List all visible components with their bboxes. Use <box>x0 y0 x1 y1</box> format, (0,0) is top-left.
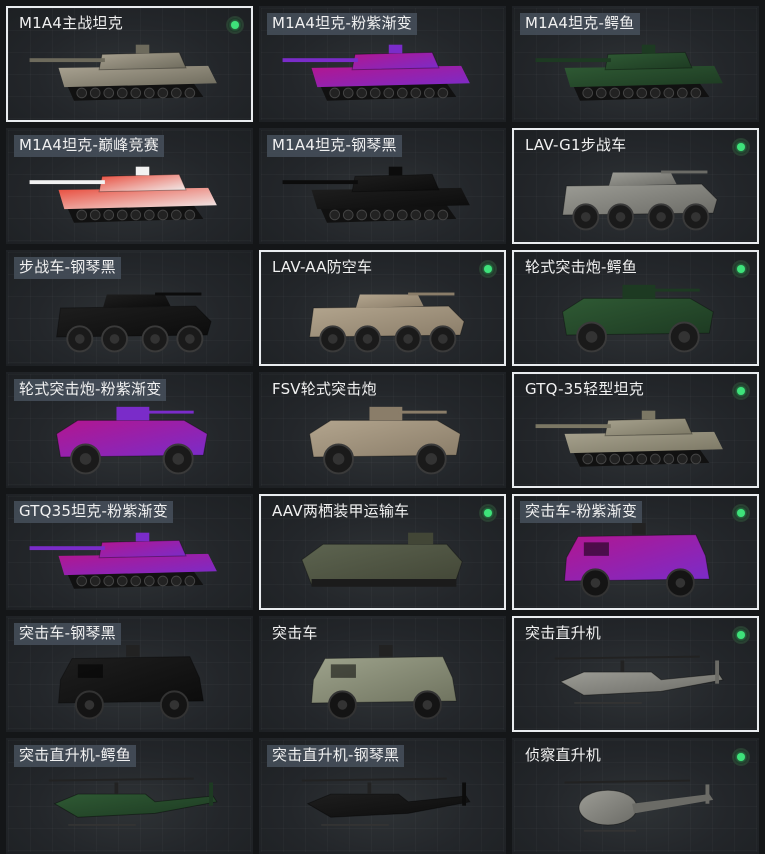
vehicle-name: 突击直升机-钢琴黑 <box>267 745 405 767</box>
heli-vehicle <box>301 777 471 826</box>
aav-vehicle <box>301 532 463 587</box>
truck-vehicle <box>58 645 204 720</box>
wheeled-vehicle <box>562 284 714 353</box>
vehicle-card[interactable]: 突击直升机-钢琴黑 <box>259 738 506 854</box>
vehicle-name: GTQ35坦克-粉紫渐变 <box>14 501 173 523</box>
truck-vehicle <box>564 523 710 598</box>
vehicle-card[interactable]: 轮式突击炮-粉紫渐变 <box>6 372 253 488</box>
tank-vehicle <box>535 44 723 101</box>
tank-vehicle <box>282 166 470 223</box>
tank-vehicle <box>29 532 217 589</box>
vehicle-name: AAV两栖装甲运输车 <box>272 502 410 520</box>
vehicle-card[interactable]: M1A4坦克-巅峰竞赛 <box>6 128 253 244</box>
heli-vehicle <box>554 655 724 704</box>
ifv-vehicle <box>309 292 465 353</box>
vehicle-card[interactable]: AAV两栖装甲运输车 <box>259 494 506 610</box>
vehicle-card[interactable]: 突击车-钢琴黑 <box>6 616 253 732</box>
vehicle-name: 轮式突击炮-粉紫渐变 <box>14 379 167 401</box>
ifv-vehicle <box>562 170 718 231</box>
vehicle-card[interactable]: 突击直升机-鳄鱼 <box>6 738 253 854</box>
vehicle-card[interactable]: FSV轮式突击炮 <box>259 372 506 488</box>
owned-indicator-icon <box>732 748 750 766</box>
owned-indicator-icon <box>732 382 750 400</box>
wheeled-vehicle <box>309 406 461 475</box>
vehicle-card[interactable]: M1A4坦克-粉紫渐变 <box>259 6 506 122</box>
owned-indicator-icon <box>479 260 497 278</box>
vehicle-name: FSV轮式突击炮 <box>272 380 377 398</box>
vehicle-name: LAV-AA防空车 <box>272 258 373 276</box>
owned-indicator-icon <box>732 260 750 278</box>
vehicle-name: 轮式突击炮-鳄鱼 <box>525 258 638 276</box>
vehicle-name: M1A4主战坦克 <box>19 14 123 32</box>
vehicle-name: M1A4坦克-巅峰竞赛 <box>14 135 164 157</box>
vehicle-card[interactable]: LAV-G1步战车 <box>512 128 759 244</box>
vehicle-card[interactable]: M1A4坦克-鳄鱼 <box>512 6 759 122</box>
vehicle-name: 突击车 <box>272 624 318 642</box>
tank-vehicle <box>535 410 723 467</box>
vehicle-card[interactable]: 步战车-钢琴黑 <box>6 250 253 366</box>
vehicle-card[interactable]: 侦察直升机 <box>512 738 759 854</box>
vehicle-name: 侦察直升机 <box>525 746 602 764</box>
owned-indicator-icon <box>226 16 244 34</box>
vehicle-name: M1A4坦克-鳄鱼 <box>520 13 640 35</box>
tank-vehicle <box>29 166 217 223</box>
vehicle-name: 突击车-钢琴黑 <box>14 623 121 645</box>
vehicle-card[interactable]: 轮式突击炮-鳄鱼 <box>512 250 759 366</box>
vehicle-card[interactable]: 突击车 <box>259 616 506 732</box>
vehicle-card[interactable]: M1A4主战坦克 <box>6 6 253 122</box>
ifv-vehicle <box>56 292 212 353</box>
vehicle-card[interactable]: LAV-AA防空车 <box>259 250 506 366</box>
vehicle-name: 步战车-钢琴黑 <box>14 257 121 279</box>
vehicle-grid: M1A4主战坦克 M1A4坦克-粉紫渐变 M1A4坦克-鳄鱼 M1A4坦克-巅峰竞赛 M… <box>0 0 765 854</box>
vehicle-card[interactable]: 突击车-粉紫渐变 <box>512 494 759 610</box>
tank-vehicle <box>282 44 470 101</box>
vehicle-card[interactable]: 突击直升机 <box>512 616 759 732</box>
wheeled-vehicle <box>56 406 208 475</box>
vehicle-name: 突击车-粉紫渐变 <box>520 501 643 523</box>
owned-indicator-icon <box>732 504 750 522</box>
vehicle-name: M1A4坦克-钢琴黑 <box>267 135 402 157</box>
scout-vehicle <box>564 779 714 832</box>
vehicle-name: 突击直升机 <box>525 624 602 642</box>
vehicle-card[interactable]: GTQ35坦克-粉紫渐变 <box>6 494 253 610</box>
truck-vehicle <box>311 645 457 720</box>
heli-vehicle <box>48 777 218 826</box>
vehicle-name: LAV-G1步战车 <box>525 136 627 154</box>
vehicle-name: GTQ-35轻型坦克 <box>525 380 644 398</box>
owned-indicator-icon <box>479 504 497 522</box>
owned-indicator-icon <box>732 626 750 644</box>
owned-indicator-icon <box>732 138 750 156</box>
tank-vehicle <box>29 44 217 101</box>
vehicle-name: 突击直升机-鳄鱼 <box>14 745 137 767</box>
vehicle-card[interactable]: M1A4坦克-钢琴黑 <box>259 128 506 244</box>
vehicle-name: M1A4坦克-粉紫渐变 <box>267 13 417 35</box>
vehicle-card[interactable]: GTQ-35轻型坦克 <box>512 372 759 488</box>
